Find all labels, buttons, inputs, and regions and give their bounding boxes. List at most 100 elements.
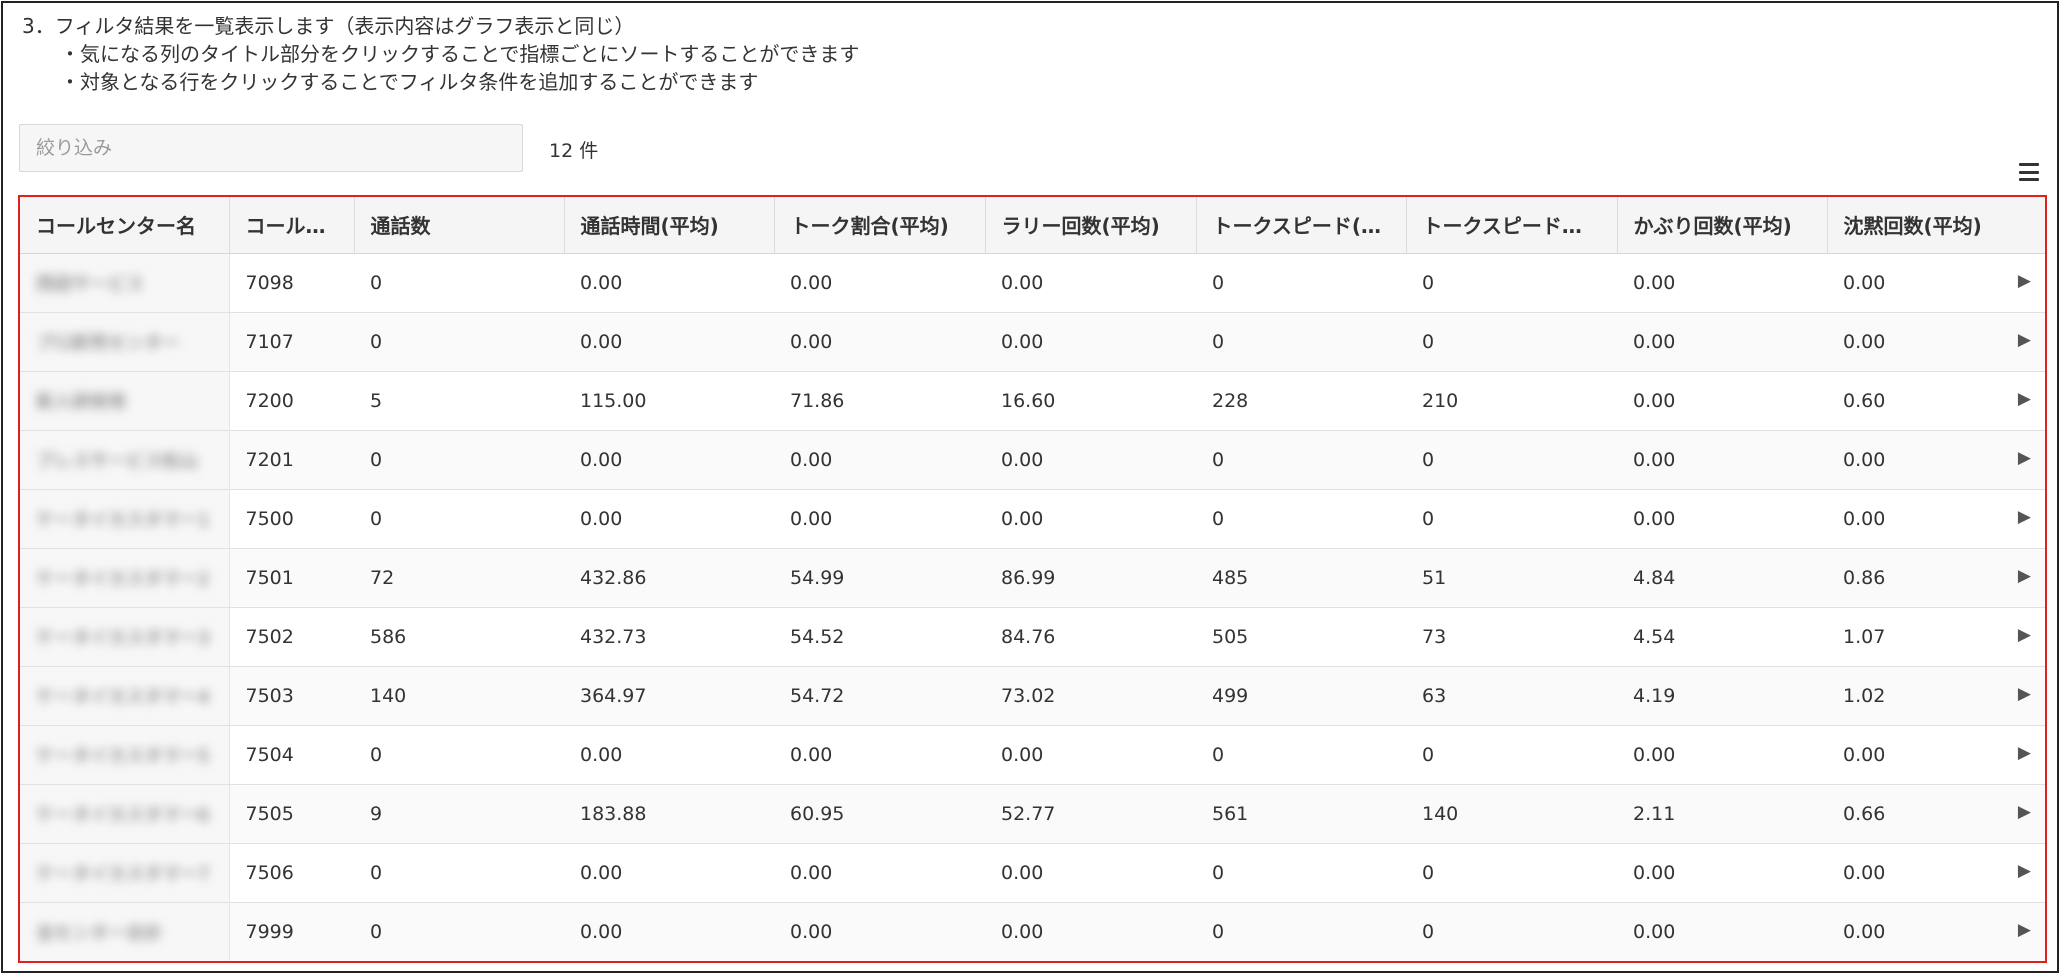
column-header-silence-count-avg[interactable]: 沈黙回数(平均): [1827, 197, 2045, 254]
cell-talk-speed: 561: [1196, 784, 1406, 844]
cell-overlap-count-avg: 0.00: [1617, 843, 1827, 903]
cell-call-count: 0: [354, 312, 564, 372]
column-header-talk-speed-diff[interactable]: トークスピード差…: [1406, 197, 1618, 254]
column-header-call-count[interactable]: 通話数: [354, 197, 565, 254]
silence-count-value: 1.07: [1843, 625, 1886, 648]
results-table: コールセンター名 コール… 通話数 通話時間(平均) トーク割合(平均) ラリー回数(平均…: [20, 197, 2045, 961]
center-name-text: ケータイカスタマー1: [36, 509, 210, 531]
cell-call-count: 9: [354, 784, 564, 844]
play-arrow-icon[interactable]: ▶: [2018, 507, 2031, 527]
cell-talk-ratio-avg: 71.86: [774, 371, 985, 431]
table-row[interactable]: ケータイカスタマー2 7501 72 432.86 54.99 86.99 485 51 4.8…: [20, 548, 2045, 608]
silence-count-value: 0.00: [1843, 861, 1886, 884]
cell-rally-count-avg: 0.00: [985, 902, 1196, 961]
table-header-row: コールセンター名 コール… 通話数 通話時間(平均) トーク割合(平均) ラリー回数(平均…: [20, 197, 2045, 254]
cell-center-code: 7999: [229, 902, 354, 961]
cell-call-duration-avg: 183.88: [564, 784, 774, 844]
hamburger-menu-icon[interactable]: [2019, 163, 2039, 181]
cell-call-count: 5: [354, 371, 564, 431]
cell-center-name: ケータイカスタマー4: [20, 666, 230, 726]
play-arrow-icon[interactable]: ▶: [2018, 566, 2031, 586]
play-arrow-icon[interactable]: ▶: [2018, 389, 2031, 409]
results-grid: コールセンター名 コール… 通話数 通話時間(平均) トーク割合(平均) ラリー回数(平均…: [18, 195, 2047, 963]
cell-silence-count-avg: 0.00 ▶: [1827, 902, 2045, 961]
cell-talk-speed-diff: 0: [1406, 430, 1617, 490]
instruction-filter: ・対象となる行をクリックすることでフィルタ条件を追加することができます: [60, 70, 759, 94]
play-arrow-icon[interactable]: ▶: [2018, 920, 2031, 940]
cell-overlap-count-avg: 4.19: [1617, 666, 1827, 726]
play-arrow-icon[interactable]: ▶: [2018, 684, 2031, 704]
column-header-call-duration-avg[interactable]: 通話時間(平均): [564, 197, 775, 254]
cell-talk-ratio-avg: 0.00: [774, 253, 985, 313]
play-arrow-icon[interactable]: ▶: [2018, 625, 2031, 645]
silence-count-value: 0.00: [1843, 507, 1886, 530]
table-row[interactable]: ケータイカスタマー6 7505 9 183.88 60.95 52.77 561 140 2.1…: [20, 784, 2045, 844]
play-arrow-icon[interactable]: ▶: [2018, 271, 2031, 291]
cell-call-count: 0: [354, 489, 564, 549]
play-arrow-icon[interactable]: ▶: [2018, 330, 2031, 350]
cell-center-name: ケータイカスタマー6: [20, 784, 230, 844]
column-header-talk-ratio-avg[interactable]: トーク割合(平均): [774, 197, 986, 254]
play-arrow-icon[interactable]: ▶: [2018, 861, 2031, 881]
filter-input[interactable]: [19, 124, 523, 172]
column-header-rally-count-avg[interactable]: ラリー回数(平均): [985, 197, 1197, 254]
cell-center-name: プロ卸売センター: [20, 312, 230, 372]
cell-call-count: 72: [354, 548, 564, 608]
table-row[interactable]: ケータイカスタマー3 7502 586 432.73 54.52 84.76 505 73 4.…: [20, 607, 2045, 667]
play-arrow-icon[interactable]: ▶: [2018, 802, 2031, 822]
column-header-talk-speed[interactable]: トークスピード(…: [1196, 197, 1407, 254]
center-name-text: ケータイカスタマー2: [36, 568, 210, 590]
cell-talk-speed-diff: 51: [1406, 548, 1617, 608]
center-name-text: ケータイカスタマー7: [36, 863, 210, 885]
cell-rally-count-avg: 52.77: [985, 784, 1196, 844]
cell-rally-count-avg: 73.02: [985, 666, 1196, 726]
table-row[interactable]: ケータイカスタマー7 7506 0 0.00 0.00 0.00 0 0 0.00 0.00 ▶: [20, 843, 2045, 903]
table-row[interactable]: プロ卸売センター 7107 0 0.00 0.00 0.00 0 0 0.00 0.00 ▶: [20, 312, 2045, 372]
cell-center-code: 7201: [229, 430, 354, 490]
cell-silence-count-avg: 0.66 ▶: [1827, 784, 2045, 844]
center-name-text: 西田サービス: [36, 273, 144, 295]
table-row[interactable]: ブレスサービス松山 7201 0 0.00 0.00 0.00 0 0 0.00 0.00 ▶: [20, 430, 2045, 490]
cell-silence-count-avg: 0.00 ▶: [1827, 725, 2045, 785]
instruction-sort: ・気になる列のタイトル部分をクリックすることで指標ごとにソートすることができます: [60, 42, 860, 66]
instruction-heading: 3．フィルタ結果を一覧表示します（表示内容はグラフ表示と同じ）: [22, 14, 635, 38]
cell-call-duration-avg: 0.00: [564, 312, 774, 372]
center-name-text: ケータイカスタマー5: [36, 745, 210, 767]
table-row[interactable]: 新入研修用 7200 5 115.00 71.86 16.60 228 210 0.00 0.60…: [20, 371, 2045, 431]
table-row[interactable]: 西田サービス 7098 0 0.00 0.00 0.00 0 0 0.00 0.00 ▶: [20, 253, 2045, 313]
cell-rally-count-avg: 0.00: [985, 312, 1196, 372]
silence-count-value: 0.00: [1843, 743, 1886, 766]
cell-center-name: ケータイカスタマー3: [20, 607, 230, 667]
center-name-text: 全センター合計: [36, 922, 162, 944]
column-header-center-name[interactable]: コールセンター名: [20, 197, 230, 254]
instructions: 3．フィルタ結果を一覧表示します（表示内容はグラフ表示と同じ） ・気になる列のタ…: [22, 12, 859, 96]
cell-silence-count-avg: 0.00 ▶: [1827, 489, 2045, 549]
cell-call-duration-avg: 0.00: [564, 253, 774, 313]
cell-talk-speed: 485: [1196, 548, 1406, 608]
cell-center-code: 7503: [229, 666, 354, 726]
cell-talk-speed-diff: 0: [1406, 253, 1617, 313]
column-header-center-code[interactable]: コール…: [229, 197, 355, 254]
column-header-overlap-count-avg[interactable]: かぶり回数(平均): [1617, 197, 1828, 254]
table-row[interactable]: ケータイカスタマー1 7500 0 0.00 0.00 0.00 0 0 0.00 0.00 ▶: [20, 489, 2045, 549]
cell-talk-ratio-avg: 0.00: [774, 843, 985, 903]
cell-silence-count-avg: 0.86 ▶: [1827, 548, 2045, 608]
cell-overlap-count-avg: 4.84: [1617, 548, 1827, 608]
table-row[interactable]: 全センター合計 7999 0 0.00 0.00 0.00 0 0 0.00 0.00 ▶: [20, 902, 2045, 961]
cell-center-name: ケータイカスタマー5: [20, 725, 230, 785]
cell-silence-count-avg: 0.00 ▶: [1827, 253, 2045, 313]
play-arrow-icon[interactable]: ▶: [2018, 743, 2031, 763]
cell-call-count: 0: [354, 843, 564, 903]
play-arrow-icon[interactable]: ▶: [2018, 448, 2031, 468]
cell-center-code: 7098: [229, 253, 354, 313]
cell-call-count: 0: [354, 725, 564, 785]
cell-overlap-count-avg: 0.00: [1617, 902, 1827, 961]
cell-center-name: ケータイカスタマー7: [20, 843, 230, 903]
cell-talk-ratio-avg: 0.00: [774, 312, 985, 372]
cell-talk-speed: 0: [1196, 902, 1406, 961]
cell-talk-ratio-avg: 54.99: [774, 548, 985, 608]
table-row[interactable]: ケータイカスタマー4 7503 140 364.97 54.72 73.02 499 63 4.…: [20, 666, 2045, 726]
cell-talk-speed: 0: [1196, 312, 1406, 372]
cell-center-code: 7504: [229, 725, 354, 785]
table-row[interactable]: ケータイカスタマー5 7504 0 0.00 0.00 0.00 0 0 0.00 0.00 ▶: [20, 725, 2045, 785]
